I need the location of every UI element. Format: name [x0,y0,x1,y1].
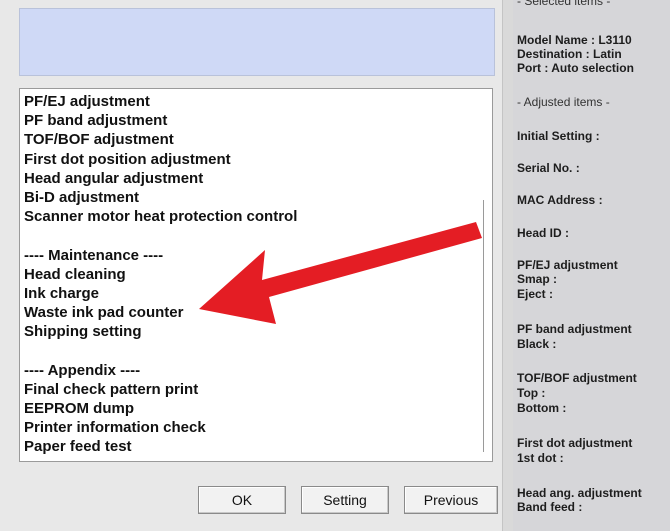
maintenance-section-header: ---- Maintenance ---- [24,246,164,264]
list-item[interactable]: Ink charge [24,284,478,303]
pf-band-adjustment-label: PF band adjustment [517,322,632,336]
list-scrollbar[interactable] [483,200,484,452]
list-item[interactable]: TOF/BOF adjustment [24,130,478,149]
list-item[interactable]: Head cleaning [24,265,478,284]
list-item[interactable]: PF/EJ adjustment [24,92,478,111]
panel-divider [502,0,513,531]
band-feed-label: Band feed : [517,500,583,514]
mac-address-label: MAC Address : [517,193,603,207]
head-id-label: Head ID : [517,226,570,240]
info-header-box [19,8,495,76]
pfej-adjustment-label: PF/EJ adjustment [517,258,618,272]
tofbof-adjustment-label: TOF/BOF adjustment [517,371,637,385]
eject-label: Eject : [517,287,554,301]
initial-setting-label: Initial Setting : [517,129,600,143]
serial-no-label: Serial No. : [517,161,580,175]
appendix-section-header: ---- Appendix ---- [24,361,141,379]
head-ang-adjustment-label: Head ang. adjustment [517,486,642,500]
list-item[interactable]: Final check pattern print [24,380,478,399]
list-item[interactable]: Shipping setting [24,322,478,341]
smap-label: Smap : [517,272,558,286]
list-item[interactable]: Printer information check [24,418,478,437]
model-name-value: Model Name : L3110 [517,33,632,47]
list-item[interactable]: First dot position adjustment [24,150,478,169]
list-item[interactable]: Head angular adjustment [24,169,478,188]
first-dot-adjustment-label: First dot adjustment [517,436,633,450]
black-label: Black : [517,337,557,351]
first-dot-label: 1st dot : [517,451,564,465]
bottom-label: Bottom : [517,401,567,415]
setting-button[interactable]: Setting [301,486,389,514]
list-item[interactable]: Bi-D adjustment [24,188,478,207]
selected-items-heading: - Selected items - [517,0,611,8]
previous-button[interactable]: Previous [404,486,498,514]
adjusted-items-heading: - Adjusted items - [517,95,610,109]
top-label: Top : [517,386,546,400]
destination-value: Destination : Latin [517,47,622,61]
status-side-panel: - Selected items - Model Name : L3110 De… [513,0,670,531]
ok-button[interactable]: OK [198,486,286,514]
list-item[interactable]: Scanner motor heat protection control [24,207,478,226]
adjustment-list[interactable]: PF/EJ adjustment PF band adjustment TOF/… [19,88,493,462]
list-item[interactable]: PF band adjustment [24,111,478,130]
port-value: Port : Auto selection [517,61,634,75]
list-item[interactable]: Paper feed test [24,437,478,456]
list-item-waste-ink-pad-counter[interactable]: Waste ink pad counter [24,303,478,322]
main-panel: PF/EJ adjustment PF band adjustment TOF/… [0,0,502,531]
list-item[interactable]: EEPROM dump [24,399,478,418]
